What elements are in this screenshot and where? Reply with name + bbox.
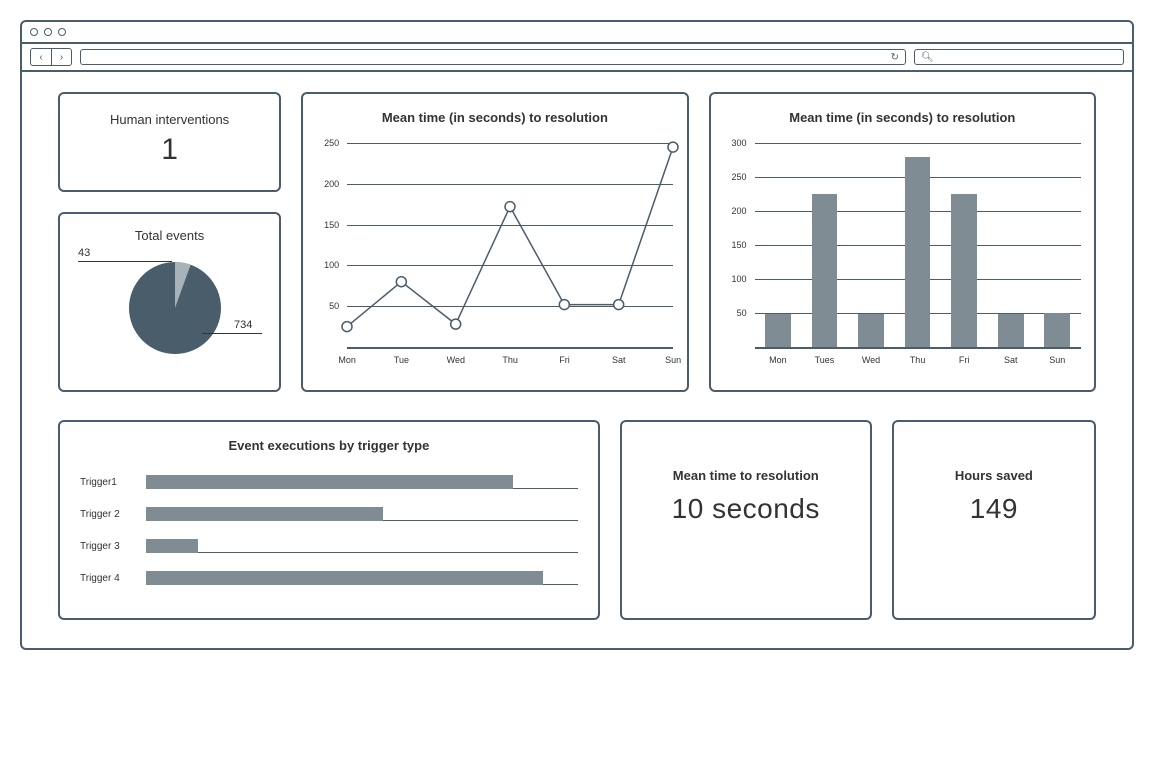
y-tick-label: 50: [725, 308, 747, 318]
pie-slice-label: 734: [234, 319, 252, 331]
x-tick-label: Sun: [1037, 355, 1077, 365]
data-point: [451, 319, 461, 329]
card-title: Mean time to resolution: [622, 468, 870, 483]
browser-window: ‹ › ↻ 🔍︎ Human interventions 1 Total eve…: [20, 20, 1134, 650]
x-tick-label: Sat: [991, 355, 1031, 365]
hbar-fill: [146, 571, 543, 585]
hbar-track: [146, 475, 578, 489]
data-point: [614, 300, 624, 310]
card-value: 1: [60, 133, 279, 167]
card-title: Human interventions: [60, 112, 279, 127]
card-title: Event executions by trigger type: [80, 438, 578, 453]
data-point: [668, 142, 678, 152]
search-icon: 🔍︎: [921, 52, 934, 63]
hbar-fill: [146, 475, 513, 489]
bar: [1044, 313, 1070, 347]
refresh-icon[interactable]: ↻: [891, 52, 899, 63]
pie-leader-line: [202, 333, 262, 334]
data-point: [559, 300, 569, 310]
card-value: 149: [894, 493, 1094, 525]
window-control-dot[interactable]: [58, 28, 66, 36]
hbar-track: [146, 539, 578, 553]
bar: [998, 314, 1024, 347]
y-tick-label: 150: [725, 240, 747, 250]
card-title: Hours saved: [894, 468, 1094, 483]
window-control-dot[interactable]: [44, 28, 52, 36]
x-tick-label: Tues: [804, 355, 844, 365]
bar: [905, 157, 931, 347]
line-chart-area: 50100150200250MonTueWedThuFriSatSun: [317, 135, 672, 375]
data-point: [342, 322, 352, 332]
bar: [858, 314, 884, 347]
y-tick-label: 250: [725, 172, 747, 182]
y-tick-label: 300: [725, 138, 747, 148]
hbar-label: Trigger1: [80, 477, 146, 488]
hbar-label: Trigger 4: [80, 573, 146, 584]
back-button[interactable]: ‹: [31, 49, 51, 65]
pie-svg: [128, 261, 222, 355]
y-tick-label: 200: [725, 206, 747, 216]
card-human-interventions: Human interventions 1: [58, 92, 281, 192]
card-bar-chart: Mean time (in seconds) to resolution 50 1…: [709, 92, 1096, 392]
url-bar[interactable]: ↻: [80, 49, 906, 65]
bar: [812, 194, 838, 347]
hbar-chart-body: Trigger1 Trigger 2 Trigger 3 Trigger 4: [80, 471, 578, 589]
hbar-label: Trigger 2: [80, 509, 146, 520]
y-tick-label: 100: [725, 274, 747, 284]
window-control-dot[interactable]: [30, 28, 38, 36]
x-tick-label: Thu: [898, 355, 938, 365]
hbar-track: [146, 571, 578, 585]
hbar-row: Trigger 2: [80, 503, 578, 525]
card-title: Total events: [70, 228, 269, 243]
card-total-events: Total events 43 734: [58, 212, 281, 392]
data-point: [396, 277, 406, 287]
card-hours-saved: Hours saved 149: [892, 420, 1096, 620]
line-svg: [317, 135, 681, 375]
x-tick-label: Wed: [851, 355, 891, 365]
bar: [765, 314, 791, 347]
nav-buttons: ‹ ›: [30, 48, 72, 66]
hbar-row: Trigger 3: [80, 535, 578, 557]
card-hbar-chart: Event executions by trigger type Trigger…: [58, 420, 600, 620]
data-point: [505, 202, 515, 212]
card-mean-time: Mean time to resolution 10 seconds: [620, 420, 872, 620]
window-titlebar: [22, 22, 1132, 44]
x-tick-label: Mon: [758, 355, 798, 365]
forward-button[interactable]: ›: [51, 49, 71, 65]
pie-slice-label: 43: [78, 247, 90, 259]
card-title: Mean time (in seconds) to resolution: [725, 110, 1080, 125]
card-line-chart: Mean time (in seconds) to resolution 501…: [301, 92, 688, 392]
hbar-track: [146, 507, 578, 521]
dashboard-content: Human interventions 1 Total events 43 73…: [22, 72, 1132, 648]
pie-leader-line: [78, 261, 172, 262]
hbar-row: Trigger 4: [80, 567, 578, 589]
search-bar[interactable]: 🔍︎: [914, 49, 1124, 65]
hbar-row: Trigger1: [80, 471, 578, 493]
hbar-fill: [146, 507, 383, 521]
pie-chart: 43 734: [70, 249, 269, 379]
browser-toolbar: ‹ › ↻ 🔍︎: [22, 44, 1132, 72]
card-title: Mean time (in seconds) to resolution: [317, 110, 672, 125]
x-tick-label: Fri: [944, 355, 984, 365]
bar: [951, 194, 977, 347]
bar-chart-area: 50 100 150 200 250 300 Mon Tues Wed Thu Fri Sat Sun: [725, 135, 1080, 375]
hbar-fill: [146, 539, 198, 553]
hbar-label: Trigger 3: [80, 541, 146, 552]
card-value: 10 seconds: [622, 493, 870, 525]
